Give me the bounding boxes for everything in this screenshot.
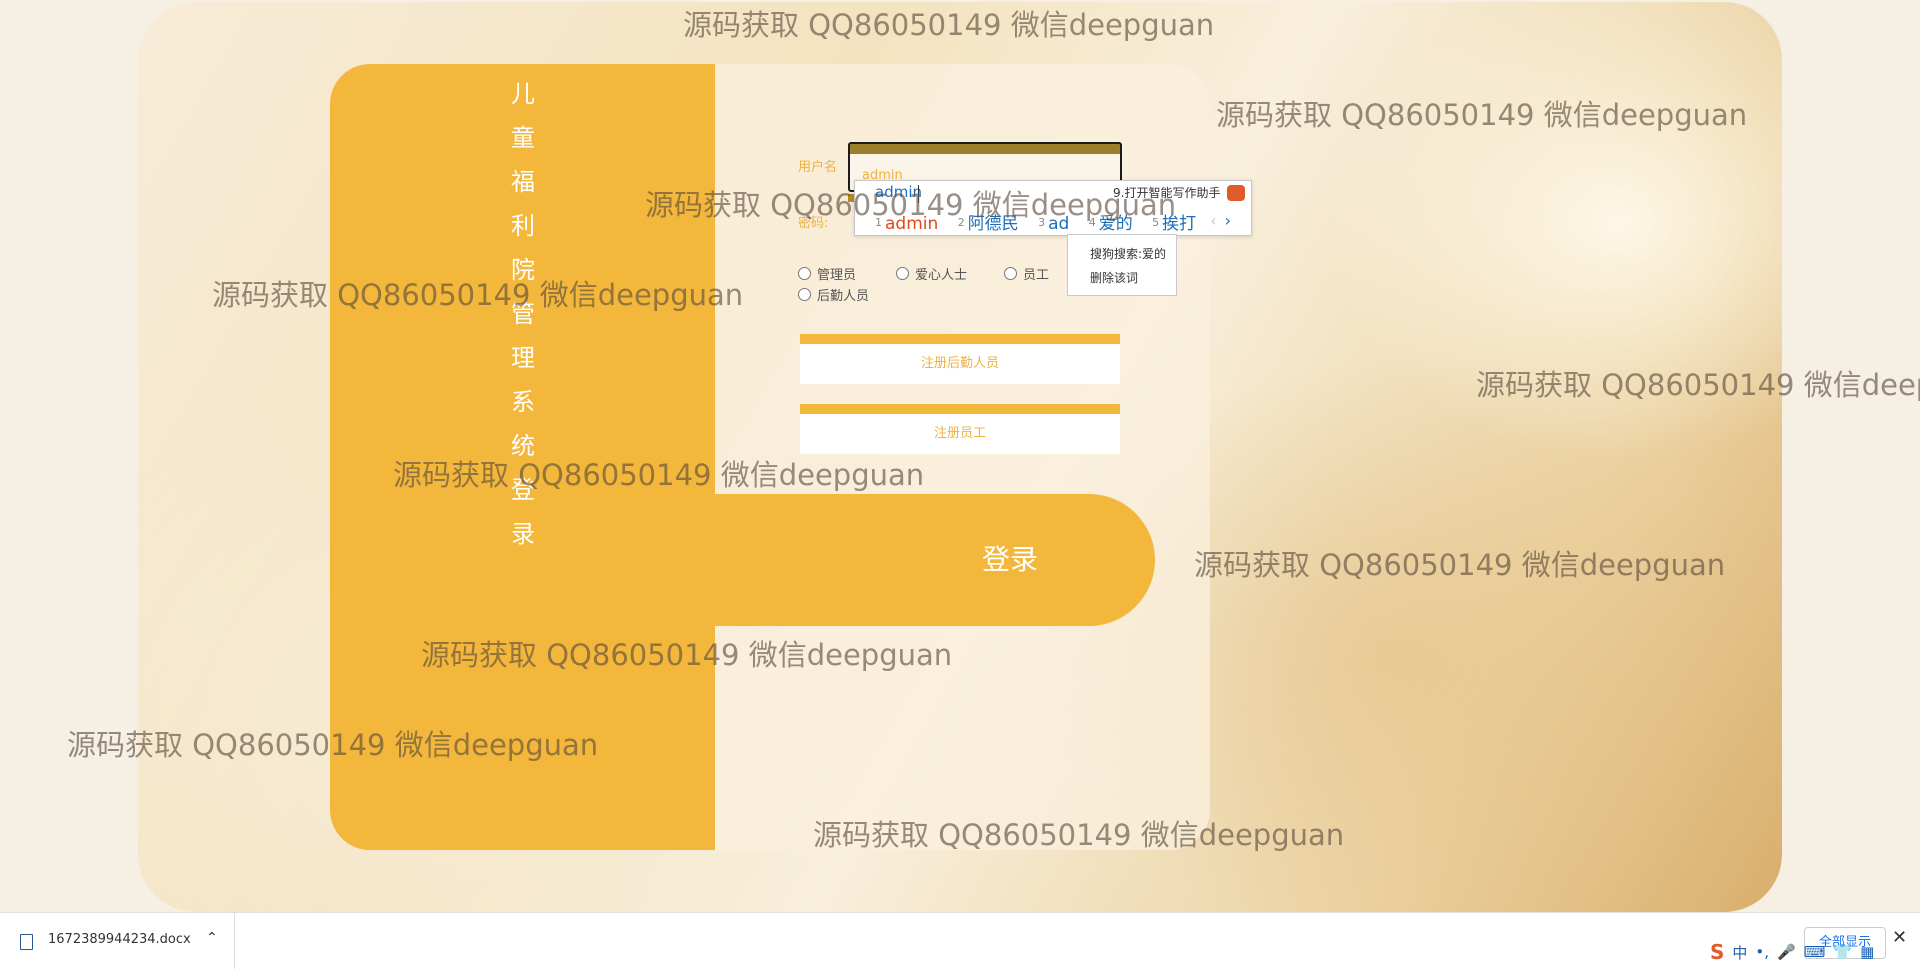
word-file-icon xyxy=(20,934,33,950)
sogou-logo-icon[interactable]: S xyxy=(1710,940,1724,964)
download-filename: 1672389944234.docx xyxy=(48,932,191,947)
candidate-number: 5 xyxy=(1152,216,1160,229)
role-radio-staff[interactable]: 员工 xyxy=(1004,264,1049,283)
role-label: 爱心人士 xyxy=(915,268,968,283)
role-label: 员工 xyxy=(1023,268,1050,283)
ime-mode-chinese[interactable]: 中 xyxy=(1732,942,1747,963)
radio-circle-icon xyxy=(798,267,811,280)
radio-circle-icon xyxy=(1004,267,1017,280)
candidate-text: admin xyxy=(885,214,939,234)
menu-item-delete-word[interactable]: 删除该词 xyxy=(1090,269,1138,286)
ime-caret xyxy=(918,185,919,203)
skin-icon[interactable]: 👕 xyxy=(1833,943,1852,961)
punctuation-icon[interactable]: •, xyxy=(1755,943,1769,961)
role-radio-admin[interactable]: 管理员 xyxy=(798,264,856,283)
next-page-icon[interactable]: › xyxy=(1225,211,1231,230)
password-label: 密码: xyxy=(798,216,829,231)
ime-context-menu: 搜狗搜索:爱的 删除该词 xyxy=(1067,234,1177,296)
ime-pinyin: admin xyxy=(875,183,922,201)
close-icon[interactable]: ✕ xyxy=(1892,927,1907,948)
ime-status-bar: S 中 •, 🎤 ⌨ 👕 ▦ xyxy=(1710,940,1874,964)
ime-candidate-window: admin 9.打开智能写作助手 1 admin 2 阿德民 3 ad 4 爱的 5 挨打… xyxy=(854,180,1252,236)
ime-candidate-4[interactable]: 4 爱的 xyxy=(1089,214,1133,234)
microphone-icon[interactable]: 🎤 xyxy=(1777,943,1796,961)
chevron-up-icon[interactable]: ⌃ xyxy=(206,930,218,946)
role-label: 后勤人员 xyxy=(817,289,870,304)
ime-candidate-2[interactable]: 2 阿德民 xyxy=(958,214,1019,234)
role-radio-donor[interactable]: 爱心人士 xyxy=(896,264,967,283)
radio-circle-icon xyxy=(798,288,811,301)
ime-page-nav: ‹ › xyxy=(1210,211,1231,230)
role-radio-logistics[interactable]: 后勤人员 xyxy=(798,285,869,304)
menu-item-search[interactable]: 搜狗搜索:爱的 xyxy=(1090,245,1166,262)
radio-circle-icon xyxy=(896,267,909,280)
download-item[interactable]: 1672389944234.docx ⌃ xyxy=(14,913,235,969)
candidate-number: 1 xyxy=(875,216,882,229)
ime-assistant-link[interactable]: 9.打开智能写作助手 xyxy=(1113,184,1220,201)
ime-candidates: 1 admin 2 阿德民 3 ad 4 爱的 5 挨打 xyxy=(875,209,1210,234)
toolbox-icon[interactable]: ▦ xyxy=(1860,943,1874,961)
candidate-text: 阿德民 xyxy=(967,214,1019,234)
register-staff-button[interactable]: 注册员工 xyxy=(800,404,1120,454)
role-label: 管理员 xyxy=(817,268,857,283)
download-bar: 1672389944234.docx ⌃ 全部显示 ✕ xyxy=(0,912,1920,969)
ime-candidate-5[interactable]: 5 挨打 xyxy=(1152,214,1196,234)
ime-candidate-1[interactable]: 1 admin xyxy=(875,214,938,234)
prev-page-icon[interactable]: ‹ xyxy=(1210,211,1216,230)
sogou-assistant-icon[interactable] xyxy=(1227,185,1245,201)
candidate-text: 挨打 xyxy=(1162,214,1197,234)
candidate-number: 3 xyxy=(1038,216,1046,229)
keyboard-icon[interactable]: ⌨ xyxy=(1804,943,1826,961)
candidate-number: 4 xyxy=(1088,216,1096,229)
candidate-number: 2 xyxy=(957,216,965,229)
login-button[interactable]: 登录 xyxy=(715,494,1155,626)
candidate-text: 爱的 xyxy=(1098,214,1133,234)
candidate-text: ad xyxy=(1048,214,1070,234)
username-label: 用户名 xyxy=(798,160,838,175)
ime-candidate-3[interactable]: 3 ad xyxy=(1038,214,1069,234)
register-logistics-button[interactable]: 注册后勤人员 xyxy=(800,334,1120,384)
